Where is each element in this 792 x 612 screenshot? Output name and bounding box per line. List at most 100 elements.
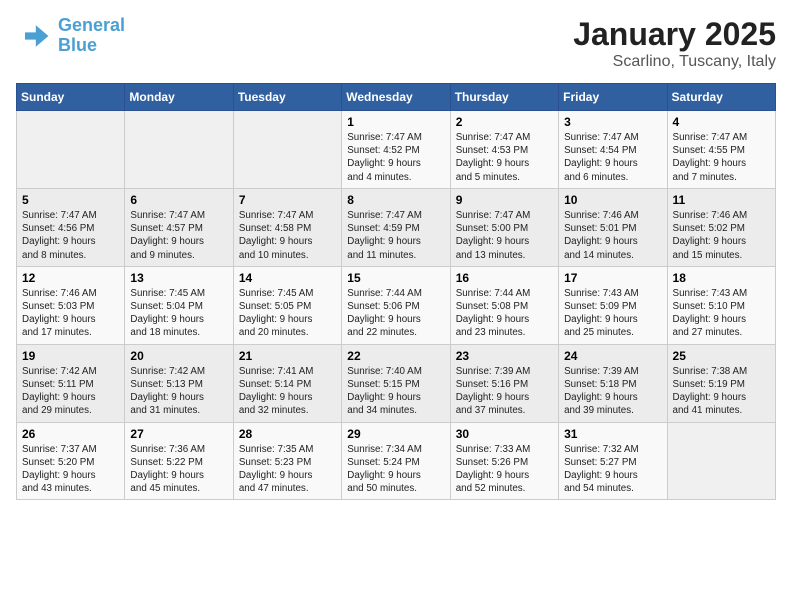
day-info: Sunrise: 7:45 AM Sunset: 5:05 PM Dayligh… bbox=[239, 287, 336, 340]
day-number: 18 bbox=[673, 271, 770, 285]
calendar-cell: 23Sunrise: 7:39 AM Sunset: 5:16 PM Dayli… bbox=[450, 344, 558, 422]
day-number: 16 bbox=[456, 271, 553, 285]
day-info: Sunrise: 7:47 AM Sunset: 4:52 PM Dayligh… bbox=[347, 131, 444, 184]
logo: General Blue bbox=[16, 16, 125, 56]
calendar-cell: 14 Sunrise: 7:45 AM Sunset: 5:05 PM Dayli… bbox=[233, 266, 341, 344]
calendar-cell: 25 Sunrise: 7:38 AM Sunset: 5:19 PM Dayli… bbox=[667, 344, 775, 422]
day-number: 12 bbox=[22, 271, 119, 285]
day-number: 5 bbox=[22, 193, 119, 207]
day-info: Sunrise: 7:38 AM Sunset: 5:19 PM Dayligh… bbox=[673, 365, 770, 418]
weekday-header-friday: Friday bbox=[559, 84, 667, 111]
weekday-header-thursday: Thursday bbox=[450, 84, 558, 111]
day-info: Sunrise: 7:47 AM Sunset: 4:54 PM Dayligh… bbox=[564, 131, 661, 184]
calendar-cell: 30Sunrise: 7:33 AM Sunset: 5:26 PM Dayli… bbox=[450, 422, 558, 500]
day-info: Sunrise: 7:47 AM Sunset: 5:00 PM Dayligh… bbox=[456, 209, 553, 262]
day-number: 9 bbox=[456, 193, 553, 207]
calendar-cell: 6 Sunrise: 7:47 AM Sunset: 4:57 PM Daylig… bbox=[125, 188, 233, 266]
day-number: 8 bbox=[347, 193, 444, 207]
calendar-cell: 1Sunrise: 7:47 AM Sunset: 4:52 PM Daylig… bbox=[342, 111, 450, 189]
day-number: 10 bbox=[564, 193, 661, 207]
calendar-cell: 13 Sunrise: 7:45 AM Sunset: 5:04 PM Dayli… bbox=[125, 266, 233, 344]
day-info: Sunrise: 7:40 AM Sunset: 5:15 PM Dayligh… bbox=[347, 365, 444, 418]
day-info: Sunrise: 7:39 AM Sunset: 5:18 PM Dayligh… bbox=[564, 365, 661, 418]
weekday-header-wednesday: Wednesday bbox=[342, 84, 450, 111]
day-info: Sunrise: 7:47 AM Sunset: 4:55 PM Dayligh… bbox=[673, 131, 770, 184]
day-number: 6 bbox=[130, 193, 227, 207]
day-number: 26 bbox=[22, 427, 119, 441]
day-info: Sunrise: 7:47 AM Sunset: 4:57 PM Dayligh… bbox=[130, 209, 227, 262]
calendar-cell: 7Sunrise: 7:47 AM Sunset: 4:58 PM Daylig… bbox=[233, 188, 341, 266]
calendar-cell bbox=[233, 111, 341, 189]
logo-line1: General bbox=[58, 15, 125, 35]
weekday-header-saturday: Saturday bbox=[667, 84, 775, 111]
calendar-cell: 16 Sunrise: 7:44 AM Sunset: 5:08 PM Dayli… bbox=[450, 266, 558, 344]
weekday-header-monday: Monday bbox=[125, 84, 233, 111]
day-info: Sunrise: 7:42 AM Sunset: 5:11 PM Dayligh… bbox=[22, 365, 119, 418]
day-number: 28 bbox=[239, 427, 336, 441]
day-number: 30 bbox=[456, 427, 553, 441]
day-number: 29 bbox=[347, 427, 444, 441]
day-info: Sunrise: 7:43 AM Sunset: 5:09 PM Dayligh… bbox=[564, 287, 661, 340]
day-info: Sunrise: 7:35 AM Sunset: 5:23 PM Dayligh… bbox=[239, 443, 336, 496]
day-info: Sunrise: 7:34 AM Sunset: 5:24 PM Dayligh… bbox=[347, 443, 444, 496]
day-info: Sunrise: 7:42 AM Sunset: 5:13 PM Dayligh… bbox=[130, 365, 227, 418]
day-info: Sunrise: 7:46 AM Sunset: 5:02 PM Dayligh… bbox=[673, 209, 770, 262]
day-number: 23 bbox=[456, 349, 553, 363]
logo-line2: Blue bbox=[58, 35, 97, 55]
calendar-cell: 11 Sunrise: 7:46 AM Sunset: 5:02 PM Dayli… bbox=[667, 188, 775, 266]
calendar-cell: 26 Sunrise: 7:37 AM Sunset: 5:20 PM Dayli… bbox=[17, 422, 125, 500]
calendar-cell: 22 Sunrise: 7:40 AM Sunset: 5:15 PM Dayli… bbox=[342, 344, 450, 422]
day-number: 20 bbox=[130, 349, 227, 363]
calendar-week-row: 1Sunrise: 7:47 AM Sunset: 4:52 PM Daylig… bbox=[17, 111, 776, 189]
day-number: 27 bbox=[130, 427, 227, 441]
weekday-header-row: SundayMondayTuesdayWednesdayThursdayFrid… bbox=[17, 84, 776, 111]
day-info: Sunrise: 7:36 AM Sunset: 5:22 PM Dayligh… bbox=[130, 443, 227, 496]
weekday-header-sunday: Sunday bbox=[17, 84, 125, 111]
calendar-cell: 3 Sunrise: 7:47 AM Sunset: 4:54 PM Daylig… bbox=[559, 111, 667, 189]
calendar-cell bbox=[125, 111, 233, 189]
day-info: Sunrise: 7:45 AM Sunset: 5:04 PM Dayligh… bbox=[130, 287, 227, 340]
calendar-cell bbox=[667, 422, 775, 500]
day-info: Sunrise: 7:47 AM Sunset: 4:59 PM Dayligh… bbox=[347, 209, 444, 262]
day-number: 19 bbox=[22, 349, 119, 363]
day-number: 22 bbox=[347, 349, 444, 363]
calendar-cell: 29 Sunrise: 7:34 AM Sunset: 5:24 PM Dayli… bbox=[342, 422, 450, 500]
calendar-week-row: 12 Sunrise: 7:46 AM Sunset: 5:03 PM Dayli… bbox=[17, 266, 776, 344]
calendar-week-row: 26 Sunrise: 7:37 AM Sunset: 5:20 PM Dayli… bbox=[17, 422, 776, 500]
day-number: 4 bbox=[673, 115, 770, 129]
logo-icon bbox=[16, 18, 52, 54]
day-info: Sunrise: 7:32 AM Sunset: 5:27 PM Dayligh… bbox=[564, 443, 661, 496]
calendar-cell bbox=[17, 111, 125, 189]
day-number: 15 bbox=[347, 271, 444, 285]
day-info: Sunrise: 7:37 AM Sunset: 5:20 PM Dayligh… bbox=[22, 443, 119, 496]
calendar-cell: 10Sunrise: 7:46 AM Sunset: 5:01 PM Dayli… bbox=[559, 188, 667, 266]
calendar-week-row: 19 Sunrise: 7:42 AM Sunset: 5:11 PM Dayli… bbox=[17, 344, 776, 422]
day-info: Sunrise: 7:41 AM Sunset: 5:14 PM Dayligh… bbox=[239, 365, 336, 418]
day-info: Sunrise: 7:46 AM Sunset: 5:03 PM Dayligh… bbox=[22, 287, 119, 340]
calendar-subtitle: Scarlino, Tuscany, Italy bbox=[573, 53, 776, 71]
day-info: Sunrise: 7:47 AM Sunset: 4:53 PM Dayligh… bbox=[456, 131, 553, 184]
calendar-cell: 18 Sunrise: 7:43 AM Sunset: 5:10 PM Dayli… bbox=[667, 266, 775, 344]
day-number: 3 bbox=[564, 115, 661, 129]
calendar-cell: 20 Sunrise: 7:42 AM Sunset: 5:13 PM Dayli… bbox=[125, 344, 233, 422]
calendar-cell: 24Sunrise: 7:39 AM Sunset: 5:18 PM Dayli… bbox=[559, 344, 667, 422]
calendar-cell: 8 Sunrise: 7:47 AM Sunset: 4:59 PM Daylig… bbox=[342, 188, 450, 266]
calendar-cell: 15Sunrise: 7:44 AM Sunset: 5:06 PM Dayli… bbox=[342, 266, 450, 344]
page-header: General Blue January 2025 Scarlino, Tusc… bbox=[16, 16, 776, 71]
day-number: 14 bbox=[239, 271, 336, 285]
day-number: 11 bbox=[673, 193, 770, 207]
calendar-week-row: 5Sunrise: 7:47 AM Sunset: 4:56 PM Daylig… bbox=[17, 188, 776, 266]
day-info: Sunrise: 7:44 AM Sunset: 5:08 PM Dayligh… bbox=[456, 287, 553, 340]
weekday-header-tuesday: Tuesday bbox=[233, 84, 341, 111]
calendar-cell: 17Sunrise: 7:43 AM Sunset: 5:09 PM Dayli… bbox=[559, 266, 667, 344]
day-info: Sunrise: 7:43 AM Sunset: 5:10 PM Dayligh… bbox=[673, 287, 770, 340]
calendar-cell: 27 Sunrise: 7:36 AM Sunset: 5:22 PM Dayli… bbox=[125, 422, 233, 500]
day-number: 21 bbox=[239, 349, 336, 363]
day-number: 31 bbox=[564, 427, 661, 441]
day-number: 13 bbox=[130, 271, 227, 285]
day-number: 25 bbox=[673, 349, 770, 363]
calendar-cell: 2 Sunrise: 7:47 AM Sunset: 4:53 PM Daylig… bbox=[450, 111, 558, 189]
calendar-cell: 21 Sunrise: 7:41 AM Sunset: 5:14 PM Dayli… bbox=[233, 344, 341, 422]
day-number: 2 bbox=[456, 115, 553, 129]
calendar-cell: 5Sunrise: 7:47 AM Sunset: 4:56 PM Daylig… bbox=[17, 188, 125, 266]
